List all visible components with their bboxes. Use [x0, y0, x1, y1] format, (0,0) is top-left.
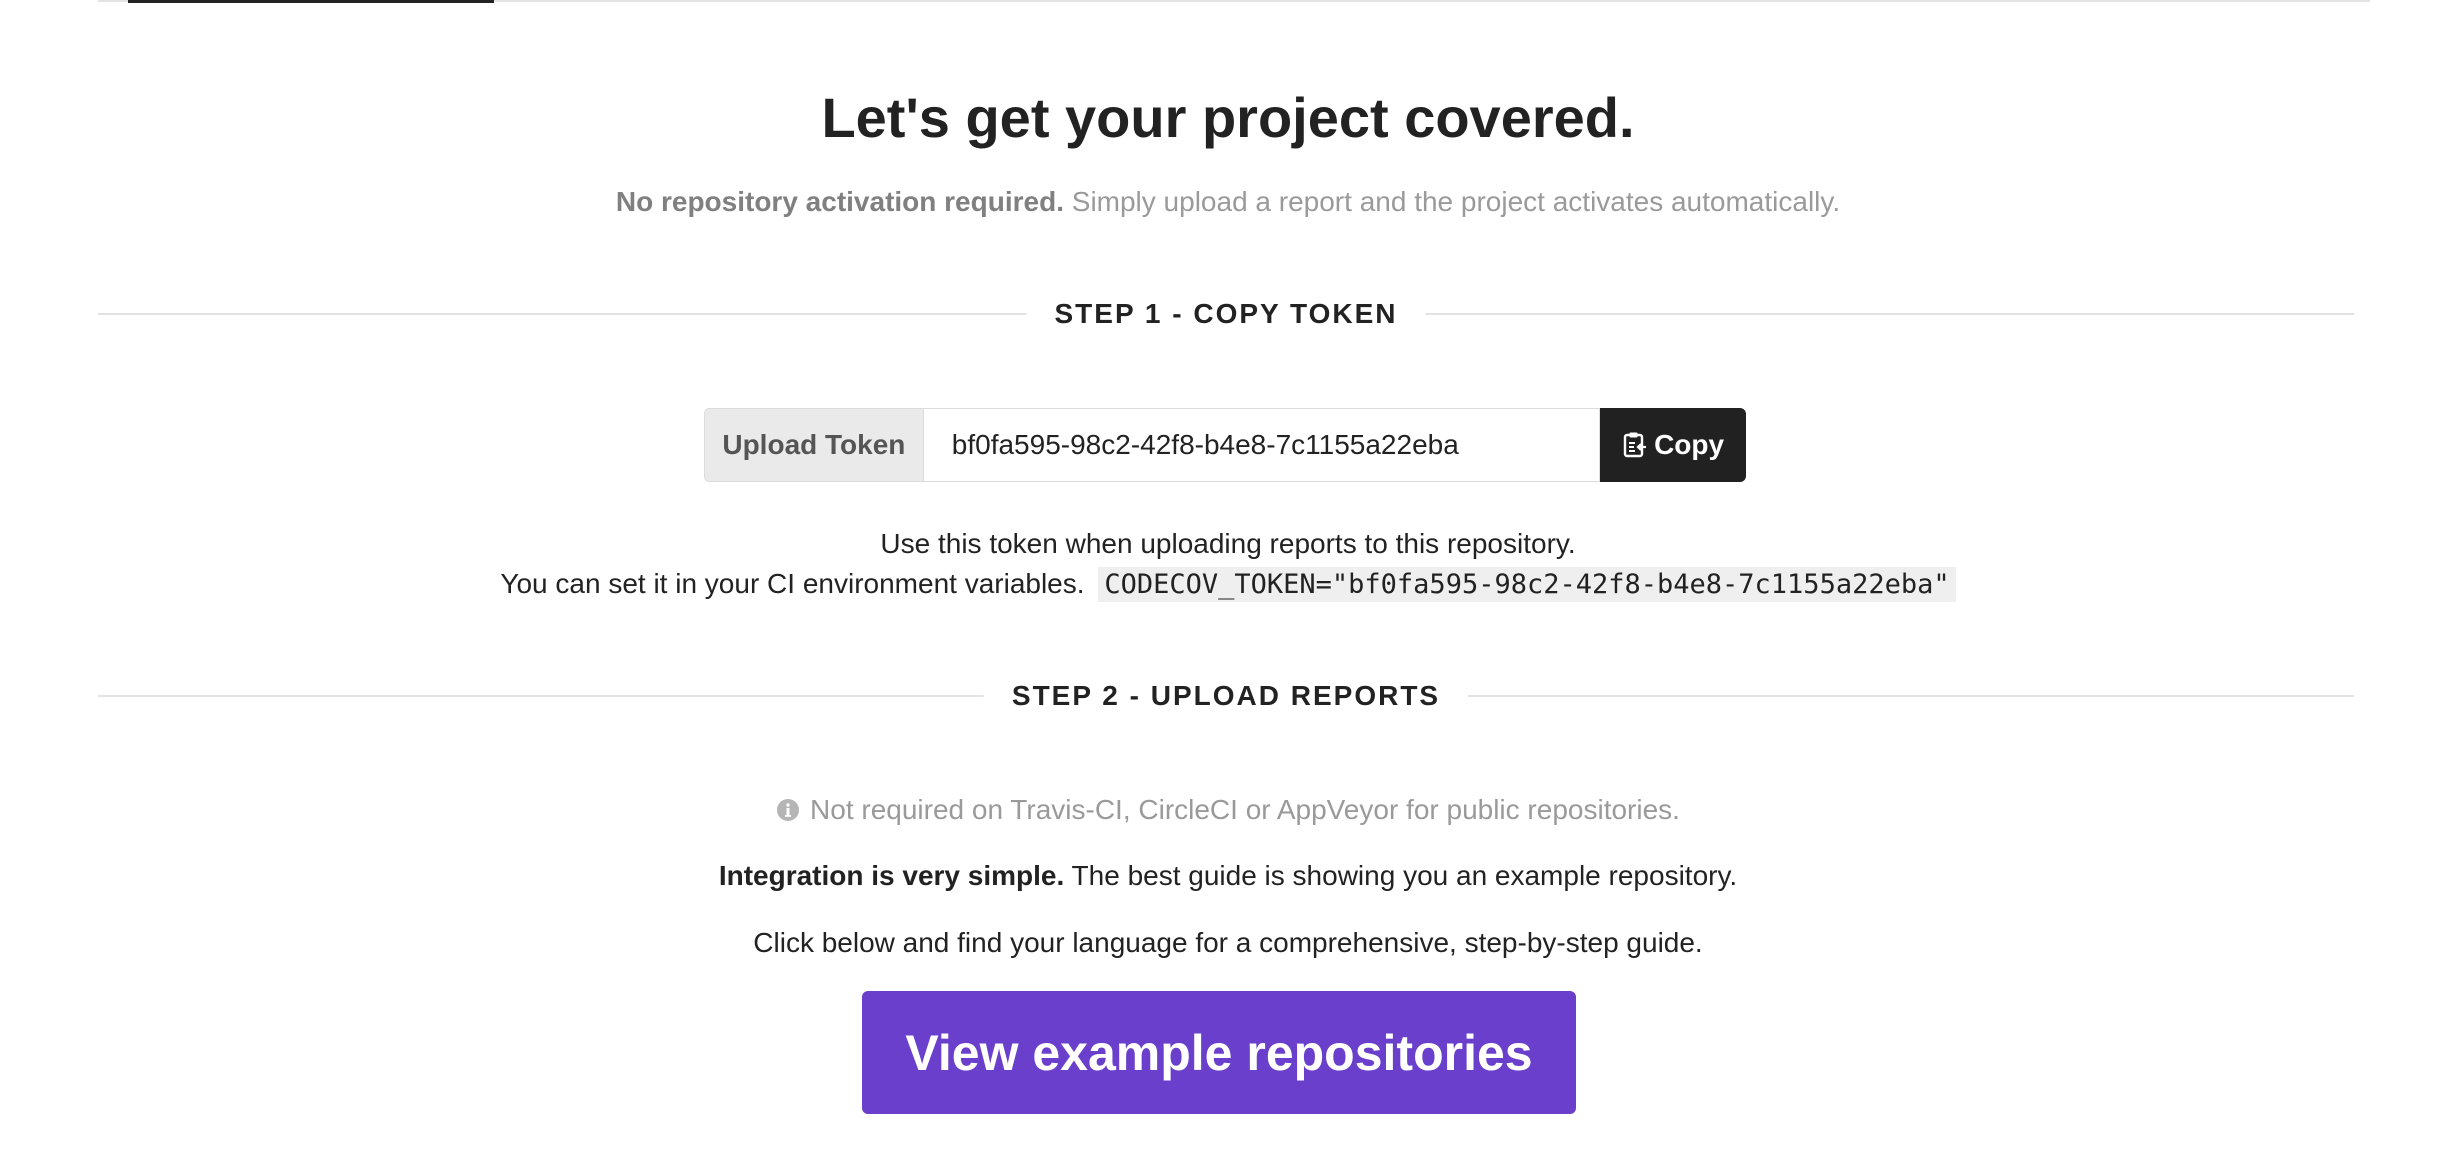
upload-token-label: Upload Token: [704, 408, 923, 482]
integration-text: Integration is very simple. The best gui…: [0, 858, 2456, 894]
token-help-line2: You can set it in your CI environment va…: [0, 564, 2456, 605]
env-variable-snippet: CODECOV_TOKEN="bf0fa595-98c2-42f8-b4e8-7…: [1098, 567, 1956, 602]
step2-divider: STEP 2 - UPLOAD REPORTS: [98, 676, 2354, 716]
step1-heading: STEP 1 - COPY TOKEN: [1026, 294, 1426, 334]
upload-token-input[interactable]: [922, 408, 1601, 482]
info-icon: [777, 799, 800, 821]
view-example-repositories-button[interactable]: View example repositories: [862, 991, 1576, 1114]
token-help-line1: Use this token when uploading reports to…: [880, 528, 1576, 559]
guide-text: Click below and find your language for a…: [753, 927, 1703, 958]
active-tab-indicator: [128, 0, 494, 3]
clipboard-icon: [1623, 432, 1647, 458]
copy-token-button[interactable]: Copy: [1600, 408, 1746, 482]
subtitle-rest: Simply upload a report and the project a…: [1063, 186, 1841, 217]
upload-token-group: Upload Token Copy: [704, 408, 1746, 482]
ci-info-note: Not required on Travis-CI, CircleCI or A…: [0, 792, 2456, 828]
page-title: Let's get your project covered.: [821, 86, 1635, 149]
step1-divider: STEP 1 - COPY TOKEN: [98, 294, 2354, 334]
ci-info-text: Not required on Travis-CI, CircleCI or A…: [810, 794, 1680, 825]
subtitle-bold: No repository activation required.: [615, 186, 1064, 217]
copy-button-label: Copy: [1654, 429, 1725, 460]
integration-rest: The best guide is showing you an example…: [1064, 860, 1738, 891]
token-help-line2-text: You can set it in your CI environment va…: [500, 568, 1085, 599]
integration-bold: Integration is very simple.: [718, 860, 1065, 891]
page-subtitle: No repository activation required. Simpl…: [0, 184, 2456, 220]
step2-heading: STEP 2 - UPLOAD REPORTS: [983, 676, 1469, 716]
token-help: Use this token when uploading reports to…: [0, 524, 2456, 605]
